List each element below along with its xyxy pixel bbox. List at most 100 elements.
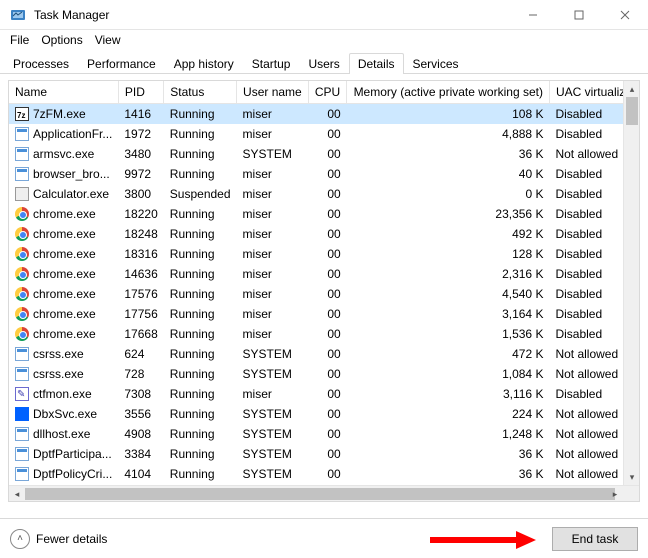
table-row[interactable]: csrss.exe624RunningSYSTEM00472 KNot allo… <box>9 344 639 364</box>
tab-apphistory[interactable]: App history <box>165 53 243 74</box>
maximize-button[interactable] <box>556 0 602 29</box>
cell-name: chrome.exe <box>9 224 118 244</box>
cell-user: miser <box>237 244 309 264</box>
col-cpu[interactable]: CPU <box>308 81 346 104</box>
cell-user: SYSTEM <box>237 464 309 484</box>
menu-options[interactable]: Options <box>35 31 88 49</box>
cell-user: miser <box>237 224 309 244</box>
cell-cpu: 00 <box>308 184 346 204</box>
cell-memory: 224 K <box>347 404 550 424</box>
cell-status: Running <box>164 404 237 424</box>
table-row[interactable]: 7zFM.exe1416Runningmiser00108 KDisabled <box>9 104 639 125</box>
cell-user: miser <box>237 104 309 125</box>
col-pid[interactable]: PID <box>118 81 163 104</box>
cell-user: SYSTEM <box>237 144 309 164</box>
process-name: chrome.exe <box>33 287 96 301</box>
table-row[interactable]: chrome.exe18220Runningmiser0023,356 KDis… <box>9 204 639 224</box>
cell-user: SYSTEM <box>237 444 309 464</box>
scroll-left-icon[interactable]: ◂ <box>9 486 25 502</box>
cell-user: miser <box>237 324 309 344</box>
table-row[interactable]: dllhost.exe4908RunningSYSTEM001,248 KNot… <box>9 424 639 444</box>
table-row[interactable]: browser_bro...9972Runningmiser0040 KDisa… <box>9 164 639 184</box>
end-task-button[interactable]: End task <box>552 527 638 551</box>
process-icon <box>15 447 29 461</box>
cell-name: chrome.exe <box>9 284 118 304</box>
horizontal-scrollbar[interactable]: ◂ ▸ <box>9 485 639 501</box>
process-name: csrss.exe <box>33 367 84 381</box>
process-name: DbxSvc.exe <box>33 407 97 421</box>
process-table[interactable]: Name PID Status User name CPU Memory (ac… <box>9 81 639 502</box>
table-row[interactable]: ApplicationFr...1972Runningmiser004,888 … <box>9 124 639 144</box>
cell-name: dllhost.exe <box>9 424 118 444</box>
vertical-scrollbar[interactable]: ▴ ▾ <box>623 81 639 485</box>
process-name: chrome.exe <box>33 327 96 341</box>
process-name: csrss.exe <box>33 347 84 361</box>
cell-cpu: 00 <box>308 224 346 244</box>
scroll-thumb-vertical[interactable] <box>626 97 638 125</box>
cell-name: chrome.exe <box>9 324 118 344</box>
cell-cpu: 00 <box>308 144 346 164</box>
window-title: Task Manager <box>34 8 510 22</box>
cell-pid: 3480 <box>118 144 163 164</box>
tab-details[interactable]: Details <box>349 53 404 74</box>
close-button[interactable] <box>602 0 648 29</box>
table-row[interactable]: armsvc.exe3480RunningSYSTEM0036 KNot all… <box>9 144 639 164</box>
scroll-up-icon[interactable]: ▴ <box>624 81 640 97</box>
cell-status: Running <box>164 384 237 404</box>
table-row[interactable]: ctfmon.exe7308Runningmiser003,116 KDisab… <box>9 384 639 404</box>
process-icon <box>15 367 29 381</box>
cell-status: Running <box>164 284 237 304</box>
cell-pid: 4908 <box>118 424 163 444</box>
cell-cpu: 00 <box>308 444 346 464</box>
table-row[interactable]: chrome.exe14636Runningmiser002,316 KDisa… <box>9 264 639 284</box>
cell-user: miser <box>237 304 309 324</box>
table-row[interactable]: DptfParticipa...3384RunningSYSTEM0036 KN… <box>9 444 639 464</box>
scroll-down-icon[interactable]: ▾ <box>624 469 640 485</box>
tab-startup[interactable]: Startup <box>243 53 300 74</box>
scroll-right-icon[interactable]: ▸ <box>607 486 623 502</box>
scroll-thumb-horizontal[interactable] <box>25 488 615 500</box>
table-row[interactable]: chrome.exe17668Runningmiser001,536 KDisa… <box>9 324 639 344</box>
cell-pid: 17576 <box>118 284 163 304</box>
cell-cpu: 00 <box>308 404 346 424</box>
tab-processes[interactable]: Processes <box>4 53 78 74</box>
process-name: 7zFM.exe <box>33 107 86 121</box>
cell-user: miser <box>237 284 309 304</box>
table-row[interactable]: chrome.exe18316Runningmiser00128 KDisabl… <box>9 244 639 264</box>
column-header-row: Name PID Status User name CPU Memory (ac… <box>9 81 639 104</box>
col-name[interactable]: Name <box>9 81 118 104</box>
process-name: chrome.exe <box>33 247 96 261</box>
minimize-button[interactable] <box>510 0 556 29</box>
cell-name: chrome.exe <box>9 204 118 224</box>
cell-memory: 472 K <box>347 344 550 364</box>
menu-file[interactable]: File <box>4 31 35 49</box>
cell-user: miser <box>237 204 309 224</box>
table-row[interactable]: chrome.exe17576Runningmiser004,540 KDisa… <box>9 284 639 304</box>
table-row[interactable]: Calculator.exe3800Suspendedmiser000 KDis… <box>9 184 639 204</box>
col-user[interactable]: User name <box>237 81 309 104</box>
cell-user: SYSTEM <box>237 424 309 444</box>
tab-users[interactable]: Users <box>299 53 348 74</box>
table-row[interactable]: chrome.exe18248Runningmiser00492 KDisabl… <box>9 224 639 244</box>
process-name: armsvc.exe <box>33 147 94 161</box>
cell-cpu: 00 <box>308 104 346 125</box>
table-row[interactable]: DbxSvc.exe3556RunningSYSTEM00224 KNot al… <box>9 404 639 424</box>
cell-pid: 728 <box>118 364 163 384</box>
fewer-details-toggle[interactable]: ˄ Fewer details <box>10 529 107 549</box>
col-memory[interactable]: Memory (active private working set) <box>347 81 550 104</box>
tab-performance[interactable]: Performance <box>78 53 165 74</box>
col-status[interactable]: Status <box>164 81 237 104</box>
menu-view[interactable]: View <box>89 31 127 49</box>
process-name: browser_bro... <box>33 167 110 181</box>
table-row[interactable]: csrss.exe728RunningSYSTEM001,084 KNot al… <box>9 364 639 384</box>
table-row[interactable]: chrome.exe17756Runningmiser003,164 KDisa… <box>9 304 639 324</box>
cell-memory: 1,536 K <box>347 324 550 344</box>
cell-memory: 0 K <box>347 184 550 204</box>
cell-cpu: 00 <box>308 124 346 144</box>
table-row[interactable]: DptfPolicyCri...4104RunningSYSTEM0036 KN… <box>9 464 639 484</box>
cell-name: csrss.exe <box>9 344 118 364</box>
cell-cpu: 00 <box>308 244 346 264</box>
tab-services[interactable]: Services <box>404 53 468 74</box>
taskmanager-icon <box>10 7 26 23</box>
process-name: dllhost.exe <box>33 427 90 441</box>
